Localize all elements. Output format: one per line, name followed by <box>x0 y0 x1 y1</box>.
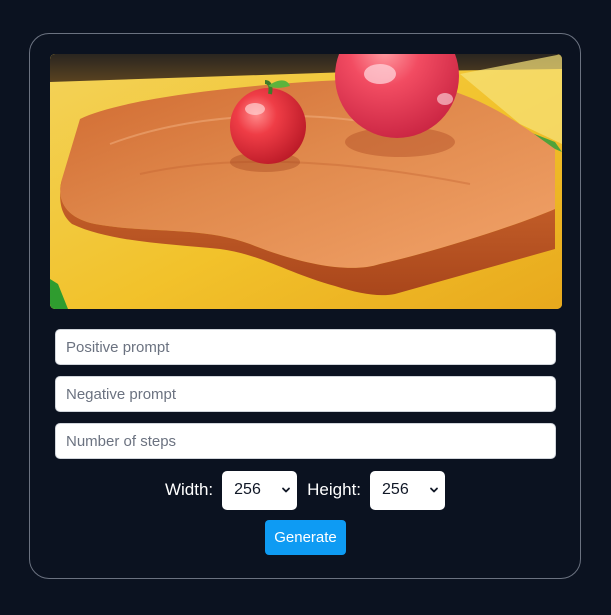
width-select[interactable]: 256 <box>222 470 298 510</box>
height-label: Height: <box>307 480 362 499</box>
generator-card: Width: 256 Height: 256 Generate <box>29 33 581 579</box>
steps-input[interactable] <box>55 423 556 459</box>
chevron-down-icon <box>282 487 291 493</box>
width-label: Width: <box>164 480 214 499</box>
negative-prompt-input[interactable] <box>55 376 556 412</box>
chevron-down-icon <box>430 487 438 493</box>
positive-prompt-input[interactable] <box>55 329 556 365</box>
generated-image <box>50 54 562 309</box>
apple-illustration <box>50 54 562 309</box>
height-value: 256 <box>382 481 409 498</box>
generate-button[interactable]: Generate <box>265 520 346 555</box>
width-value: 256 <box>234 481 261 498</box>
height-select[interactable]: 256 <box>370 470 446 510</box>
size-controls: Width: 256 Height: 256 <box>30 470 580 510</box>
